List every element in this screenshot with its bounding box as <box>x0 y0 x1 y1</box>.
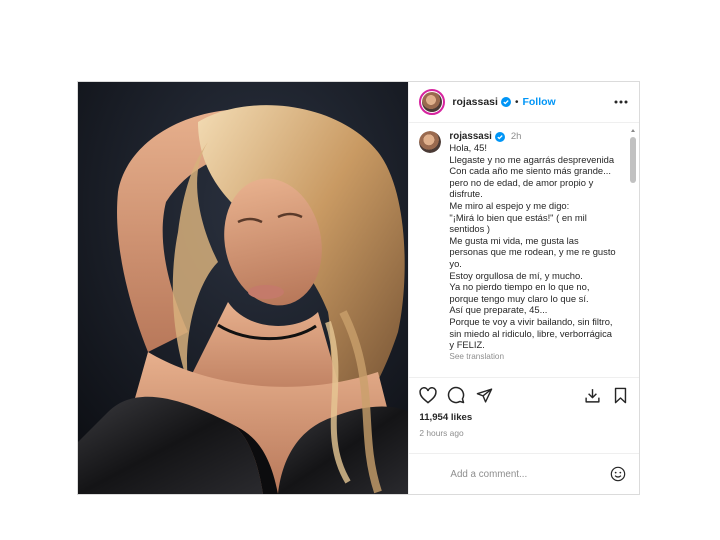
caption-line: sentidos ) <box>449 223 491 235</box>
caption-line: Porque te voy a vivir bailando, sin filt… <box>449 315 613 327</box>
verified-badge-icon <box>500 97 511 107</box>
caption-line: "¡Mirá lo bien que estás!" ( en mil <box>449 211 587 223</box>
caption-line: pero no de edad, de amor propio y <box>449 176 594 188</box>
comment-input[interactable] <box>419 468 609 480</box>
caption-line: sin miedo al ridiculo, libre, verborrági… <box>449 327 612 339</box>
download-icon[interactable] <box>582 385 602 405</box>
see-translation-link[interactable]: See translation <box>449 352 621 361</box>
action-bar <box>409 378 639 412</box>
caption-line: y FELIZ. <box>449 339 485 351</box>
caption-line: Hola, 45! <box>449 142 487 153</box>
caption-line: Llegaste y no me agarrás desprevenida <box>449 153 615 165</box>
caption-avatar[interactable] <box>419 131 442 153</box>
caption-line: Me gusta mi vida, me gusta las <box>449 234 579 246</box>
caption: rojassasi 2h Hola, 45! Llegaste y no me a… <box>419 131 629 361</box>
caption-line: porque tengo muy claro lo que sí. <box>449 292 589 304</box>
author-username[interactable]: rojassasi <box>452 96 498 108</box>
caption-line: yo. <box>449 257 462 269</box>
post-header: rojassasi • Follow <box>409 82 639 123</box>
caption-line: Estoy orgullosa de mí, y mucho. <box>449 269 583 281</box>
caption-line: personas que me rodean, y me re gusto <box>449 246 616 258</box>
instagram-post: rojassasi • Follow rojassasi 2h Hola, 45… <box>77 81 640 495</box>
comment-box <box>409 453 639 494</box>
paper-plane-icon[interactable] <box>474 385 494 405</box>
emoji-smile-icon[interactable] <box>609 465 627 483</box>
post-photo[interactable] <box>78 82 409 494</box>
caption-time: 2h <box>510 131 522 142</box>
caption-line: disfrute. <box>449 188 483 200</box>
caption-username[interactable]: rojassasi <box>449 131 491 142</box>
caption-line: Me miro al espejo y me digo: <box>449 199 570 211</box>
caption-line: Ya no pierdo tiempo en lo que no, <box>449 281 590 293</box>
caption-line: Así que preparate, 45... <box>449 304 548 316</box>
caption-text: Hola, 45! Llegaste y no me agarrás despre… <box>449 142 621 351</box>
more-options-icon[interactable] <box>613 94 629 110</box>
bookmark-icon[interactable] <box>610 385 630 405</box>
author-avatar[interactable] <box>419 89 446 115</box>
caption-scrollbar[interactable] <box>630 129 636 377</box>
post-timestamp[interactable]: 2 hours ago <box>409 426 639 440</box>
comment-bubble-icon[interactable] <box>446 385 466 405</box>
scrollbar-thumb[interactable] <box>630 137 636 183</box>
post-side-panel: rojassasi • Follow rojassasi 2h Hola, 45… <box>408 82 639 494</box>
portrait-photo <box>78 82 409 494</box>
follow-button[interactable]: Follow <box>522 96 555 108</box>
heart-icon[interactable] <box>418 385 438 405</box>
verified-badge-icon <box>494 131 505 142</box>
caption-scroll-area[interactable]: rojassasi 2h Hola, 45! Llegaste y no me a… <box>409 123 639 378</box>
separator-dot: • <box>514 96 519 108</box>
scroll-up-arrow-icon[interactable] <box>631 129 635 132</box>
caption-line: Con cada año me siento más grande... <box>449 165 611 177</box>
caption-body: rojassasi 2h Hola, 45! Llegaste y no me a… <box>449 131 621 361</box>
likes-count[interactable]: 11,954 likes <box>409 412 639 426</box>
